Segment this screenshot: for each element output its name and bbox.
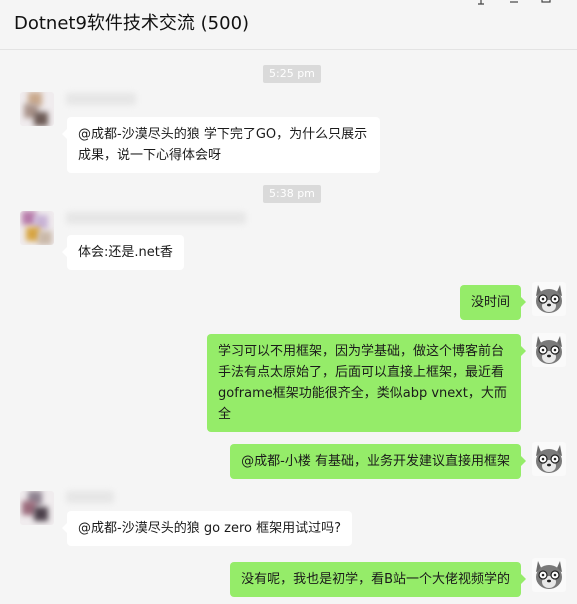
avatar[interactable] xyxy=(20,211,54,245)
sender-name-blurred xyxy=(66,93,136,105)
message-bubble-incoming[interactable]: 体会:还是.net香 xyxy=(62,235,184,270)
message-bubble-outgoing[interactable]: 没时间 xyxy=(459,285,527,320)
minimize-icon[interactable] xyxy=(508,0,520,11)
avatar[interactable] xyxy=(20,491,54,525)
window-titlebar: Dotnet9软件技术交流 (500) xyxy=(0,0,577,50)
message-bubble-outgoing[interactable]: @成都-小楼 有基础，业务开发建议直接用框架 xyxy=(230,444,526,479)
my-avatar[interactable] xyxy=(532,282,566,316)
timestamp: 5:38 pm xyxy=(263,185,321,203)
chat-message-list[interactable]: 5:25 pm @成都-沙漠尽头的狼 学下完了GO，为什么只展示成果，说一下心得… xyxy=(0,51,577,604)
avatar[interactable] xyxy=(20,92,54,126)
timestamp: 5:25 pm xyxy=(263,65,321,83)
my-avatar[interactable] xyxy=(532,333,566,367)
message-bubble-outgoing[interactable]: 学习可以不用框架，因为学基础，做这个博客前台手法有点太原始了，后面可以直接上框架… xyxy=(207,334,526,432)
my-avatar[interactable] xyxy=(532,442,566,476)
maximize-icon[interactable] xyxy=(540,0,552,11)
my-avatar[interactable] xyxy=(532,558,566,592)
message-bubble-incoming[interactable]: @成都-沙漠尽头的狼 学下完了GO，为什么只展示成果，说一下心得体会呀 xyxy=(62,117,380,173)
message-bubble-incoming[interactable]: @成都-沙漠尽头的狼 go zero 框架用试过吗? xyxy=(61,511,353,546)
pin-icon[interactable] xyxy=(475,0,487,11)
chat-title: Dotnet9软件技术交流 (500) xyxy=(14,13,250,34)
message-bubble-outgoing[interactable]: 没有呢，我也是初学，看B站一个大佬视频学的 xyxy=(230,562,526,597)
sender-name-blurred xyxy=(66,212,246,224)
sender-name-blurred xyxy=(66,491,114,503)
